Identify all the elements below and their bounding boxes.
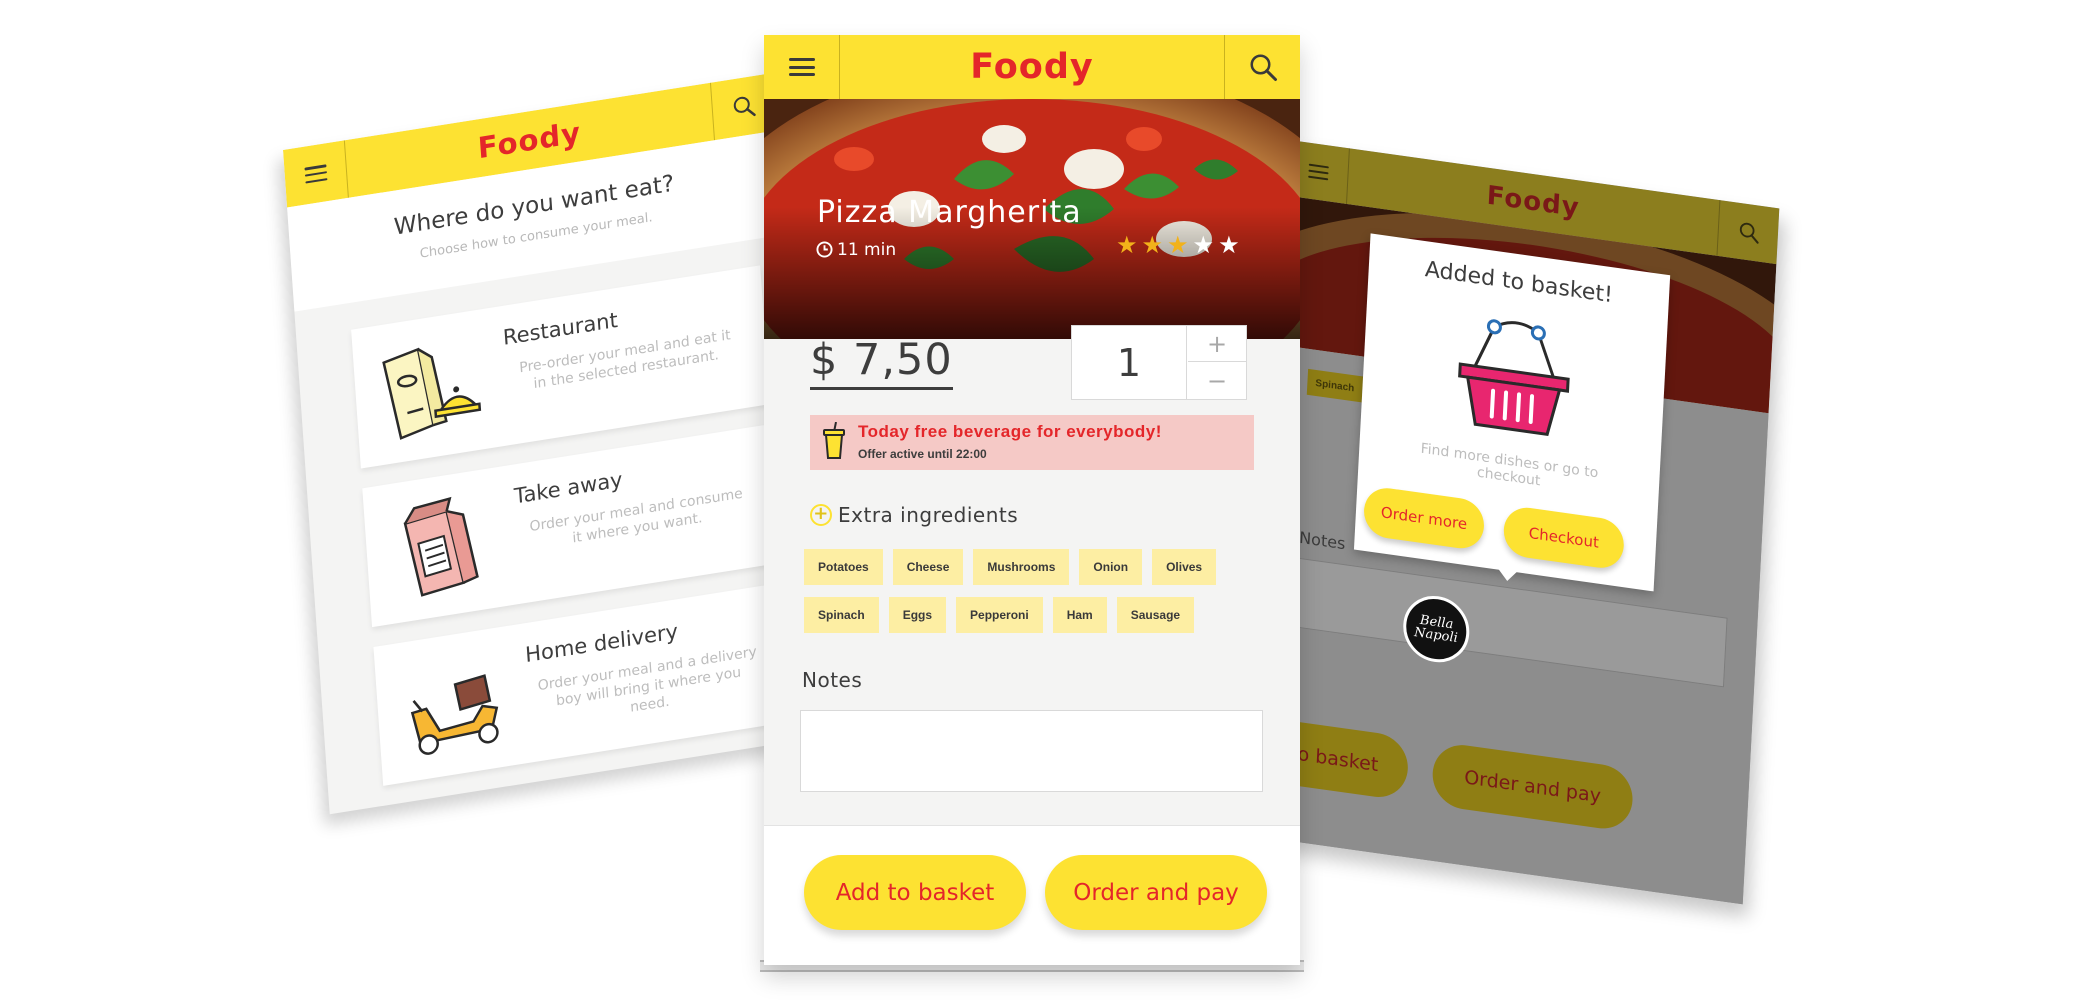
- star-filled-icon: ★: [1116, 231, 1138, 259]
- left-phone-screen: Foody Where do you want eat? Choose how …: [283, 73, 819, 815]
- menu-button[interactable]: [764, 35, 840, 99]
- ingredient-chip[interactable]: Pepperoni: [956, 597, 1043, 633]
- basket-icon: [1450, 304, 1577, 454]
- order-more-button[interactable]: Order more: [1362, 485, 1486, 552]
- menu-cloche-icon: [372, 329, 489, 449]
- scooter-icon: [395, 646, 512, 766]
- modal-subtitle: Find more dishes or go to checkout: [1420, 440, 1599, 490]
- center-phone-screen: Foody Pizza Margherita 11 min ★ ★ ★ ★ ★ …: [764, 35, 1300, 965]
- ingredient-chip: Spinach: [1306, 368, 1363, 403]
- star-empty-icon: ★: [1192, 231, 1215, 259]
- promo-banner: Today free beverage for everybody! Offer…: [810, 415, 1254, 470]
- added-to-basket-modal: Added to basket! Find more dishes or go …: [1353, 233, 1671, 592]
- notes-field[interactable]: [800, 710, 1263, 792]
- menu-button[interactable]: [283, 140, 349, 208]
- add-to-basket-button[interactable]: Add to basket: [804, 855, 1026, 930]
- ingredient-chip[interactable]: Mushrooms: [973, 549, 1070, 585]
- dish-title: Pizza Margherita: [817, 195, 1082, 230]
- extra-ingredients-heading: Extra ingredients: [838, 503, 1019, 527]
- star-filled-icon: ★: [1167, 231, 1189, 259]
- extra-ingredients-toggle[interactable]: + Extra ingredients: [810, 503, 1018, 527]
- checkout-button[interactable]: Checkout: [1502, 504, 1626, 572]
- hamburger-icon: [1307, 163, 1329, 181]
- increment-button[interactable]: +: [1188, 326, 1246, 362]
- mockup-stage: Foody Where do you want eat? Choose how …: [0, 0, 2080, 1002]
- ingredient-chip[interactable]: Sausage: [1116, 597, 1195, 633]
- promo-subtitle: Offer active until 22:00: [858, 447, 987, 461]
- app-header: Foody: [764, 35, 1300, 99]
- quantity-stepper: 1 + −: [1071, 325, 1247, 400]
- search-icon: [733, 96, 756, 117]
- beverage-cup-icon: [822, 421, 846, 464]
- price: $ 7,50: [810, 335, 953, 390]
- prep-time: 11 min: [837, 240, 897, 260]
- right-phone-wrapper: Foody Spinach Notes Add to basket Order …: [1252, 140, 1809, 928]
- ingredient-chip[interactable]: Potatoes: [804, 549, 883, 585]
- hamburger-icon: [303, 164, 327, 184]
- notes-label: Notes: [1298, 527, 1346, 554]
- ingredient-chip[interactable]: Spinach: [804, 597, 879, 633]
- promo-title: Today free beverage for everybody!: [858, 422, 1162, 441]
- chip-row-2: Spinach Eggs Pepperoni Ham Sausage: [804, 597, 1264, 633]
- decrement-button[interactable]: −: [1188, 363, 1246, 399]
- ingredient-chip[interactable]: Eggs: [888, 597, 947, 633]
- star-empty-icon: ★: [1218, 231, 1240, 259]
- chip-row-1: Potatoes Cheese Mushrooms Onion Olives: [804, 549, 1264, 585]
- rating-stars: ★ ★ ★ ★ ★: [1116, 233, 1240, 257]
- search-icon: [1739, 222, 1759, 244]
- option-title: Take away: [513, 467, 624, 509]
- ingredient-chip[interactable]: Olives: [1152, 549, 1217, 585]
- ingredient-chip[interactable]: Onion: [1079, 549, 1143, 585]
- right-phone-screen: Foody Spinach Notes Add to basket Order …: [1253, 140, 1780, 905]
- quantity-value: 1: [1072, 326, 1187, 399]
- search-button[interactable]: [1716, 200, 1780, 265]
- hamburger-icon: [788, 58, 815, 76]
- search-button[interactable]: [1224, 35, 1300, 99]
- ingredient-chips: Potatoes Cheese Mushrooms Onion Olives S…: [804, 549, 1264, 645]
- option-title: Restaurant: [502, 307, 619, 350]
- order-and-pay-button[interactable]: Order and pay: [1045, 855, 1267, 930]
- notes-label: Notes: [802, 668, 863, 692]
- plus-circle-icon: +: [810, 504, 832, 526]
- ingredient-chip[interactable]: Ham: [1052, 597, 1107, 633]
- ingredient-chip[interactable]: Cheese: [892, 549, 964, 585]
- paper-bag-icon: [384, 488, 501, 608]
- clock-icon: [816, 241, 833, 262]
- app-brand: Foody: [970, 47, 1094, 87]
- search-icon: [1250, 54, 1277, 81]
- star-filled-icon: ★: [1141, 231, 1164, 259]
